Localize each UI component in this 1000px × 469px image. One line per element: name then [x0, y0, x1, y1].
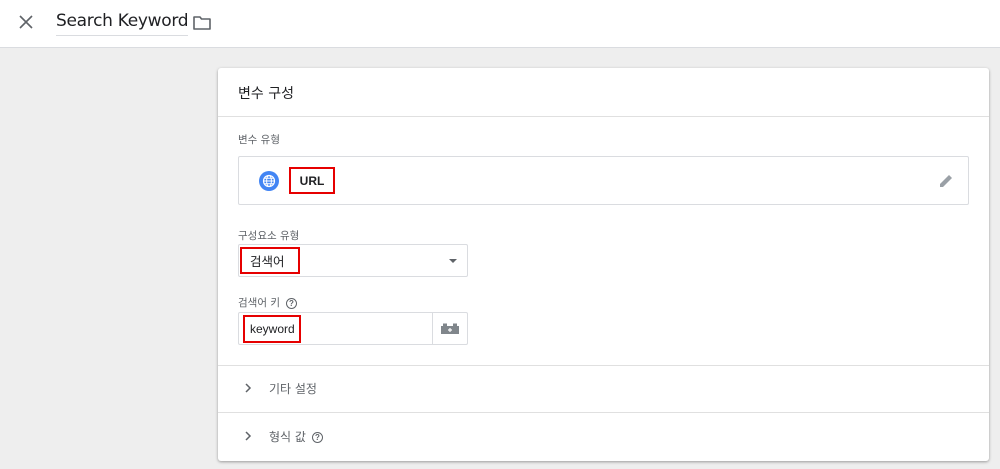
dropdown-arrow-icon: [449, 259, 457, 263]
component-type-select[interactable]: 검색어: [238, 244, 468, 277]
query-key-label: 검색어 키?: [238, 295, 297, 310]
variable-name-title[interactable]: Search Keyword: [56, 11, 189, 36]
variable-type-selector[interactable]: URL: [238, 156, 969, 205]
query-key-input[interactable]: keyword: [243, 315, 301, 343]
format-value-label: 형식 값?: [269, 428, 323, 445]
variable-configuration-card: 변수 구성 변수 유형 URL 구성요소 유형 검색어 검색어 키? keywo…: [218, 68, 989, 461]
format-value-toggle[interactable]: 형식 값?: [218, 413, 989, 459]
folder-icon[interactable]: [191, 11, 213, 33]
top-bar: Search Keyword: [0, 0, 1000, 48]
card-divider: [218, 116, 989, 117]
help-icon[interactable]: ?: [285, 297, 297, 309]
query-key-label-text: 검색어 키: [238, 297, 280, 309]
globe-icon: [259, 171, 279, 191]
chevron-right-icon: [242, 430, 254, 442]
format-value-label-text: 형식 값: [269, 430, 306, 444]
variable-brick-icon[interactable]: [432, 313, 467, 344]
pencil-icon[interactable]: [936, 171, 956, 191]
component-type-label: 구성요소 유형: [238, 230, 300, 242]
close-icon[interactable]: [14, 10, 38, 34]
more-settings-toggle[interactable]: 기타 설정: [218, 365, 989, 411]
help-icon[interactable]: ?: [311, 432, 323, 443]
variable-type-value: URL: [289, 167, 335, 194]
query-key-field: keyword: [238, 312, 468, 345]
card-title: 변수 구성: [238, 86, 294, 102]
chevron-right-icon: [242, 382, 254, 394]
variable-type-label: 변수 유형: [238, 134, 280, 146]
more-settings-label: 기타 설정: [269, 382, 317, 396]
component-type-value: 검색어: [240, 247, 300, 274]
